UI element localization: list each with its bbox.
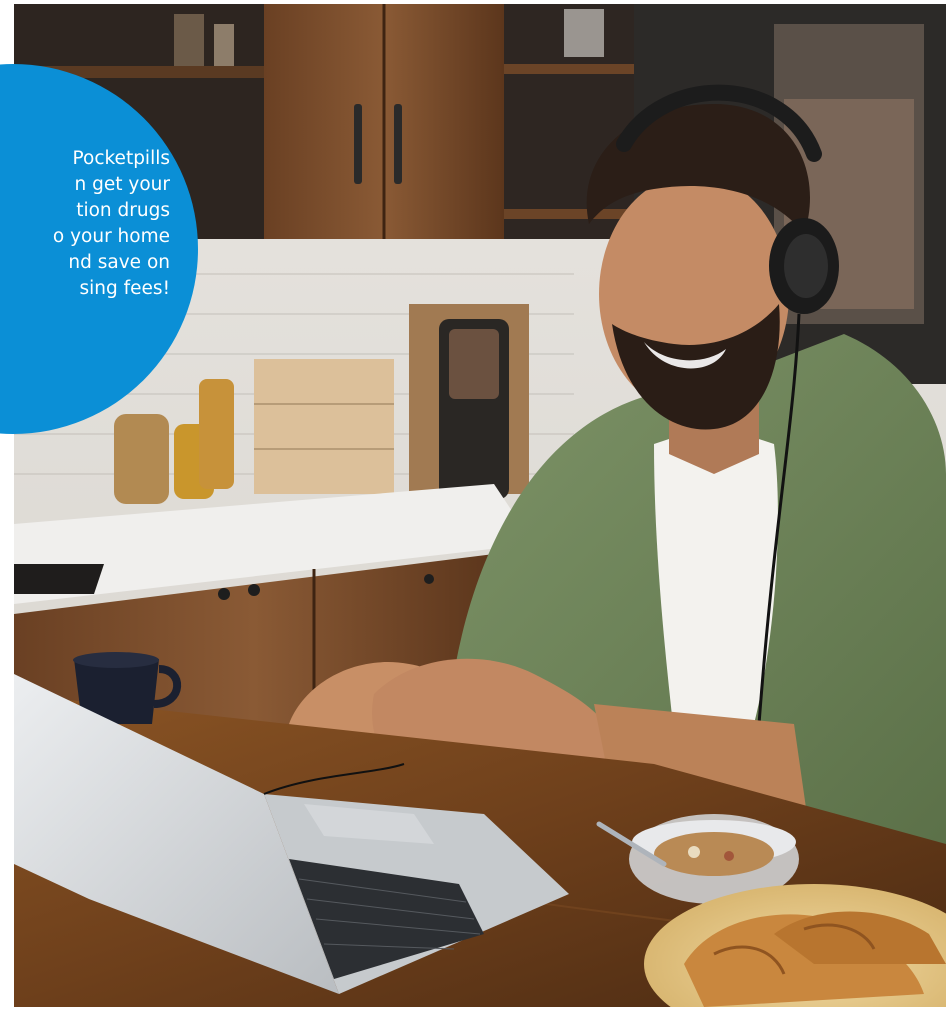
- page: Pocketpills n get your tion drugs o your…: [0, 0, 951, 1011]
- promo-bubble-text: Pocketpills n get your tion drugs o your…: [52, 148, 170, 299]
